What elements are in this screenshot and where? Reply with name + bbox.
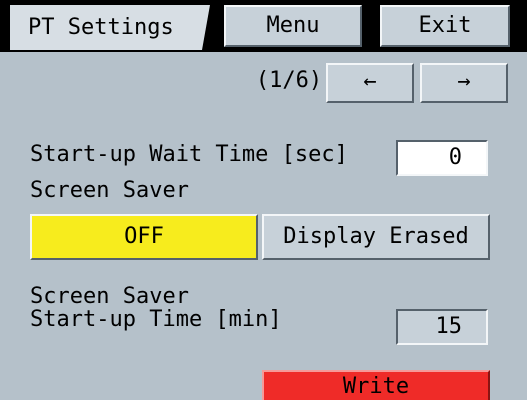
title-tab: PT Settings [10, 5, 210, 50]
screen-saver-display-erased-button[interactable]: Display Erased [262, 214, 490, 260]
startup-wait-label: Start-up Wait Time [sec] [30, 142, 348, 167]
screen-saver-time-label-line1: Screen Saver [30, 284, 189, 309]
screen-saver-off-button[interactable]: OFF [30, 214, 258, 260]
arrow-right-icon: → [457, 69, 471, 94]
page-title: PT Settings [28, 15, 174, 40]
screen-saver-label: Screen Saver [30, 178, 189, 203]
screen-saver-time-field[interactable]: 15 [396, 309, 488, 345]
page-indicator: (1/6) [255, 68, 323, 93]
exit-button[interactable]: Exit [380, 5, 510, 47]
write-button[interactable]: Write [262, 370, 490, 400]
menu-button[interactable]: Menu [224, 5, 362, 47]
arrow-left-icon: ← [363, 69, 377, 94]
header-bar: PT Settings Menu Exit [0, 0, 527, 52]
pt-settings-screen: PT Settings Menu Exit (1/6) ← → Start-up… [0, 0, 527, 400]
next-page-button[interactable]: → [420, 63, 508, 103]
screen-saver-time-label-line2: Start-up Time [min] [30, 307, 282, 332]
prev-page-button[interactable]: ← [326, 63, 414, 103]
startup-wait-field[interactable]: 0 [396, 140, 488, 176]
